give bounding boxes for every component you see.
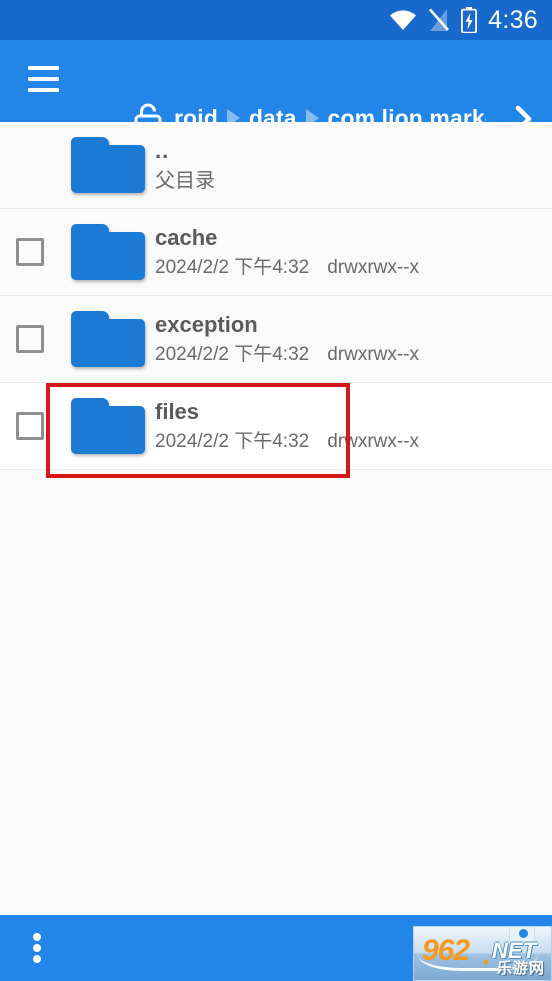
list-item-text: cache 2024/2/2 下午4:32 drwxrwx--x: [155, 225, 552, 278]
folder-glyph: [70, 398, 145, 454]
row-checkbox[interactable]: [16, 412, 44, 440]
folder-glyph: [70, 224, 145, 280]
list-item-text: .. 父目录: [155, 137, 552, 192]
watermark-chinese: 乐游网: [496, 960, 545, 977]
overflow-menu-icon[interactable]: [33, 933, 41, 963]
list-item[interactable]: .. 父目录: [0, 122, 552, 209]
status-bar-clock: 4:36: [488, 5, 538, 34]
file-date: 2024/2/2 下午4:32: [155, 431, 310, 452]
checkbox-cell: [0, 412, 60, 440]
battery-charging-icon: [461, 7, 478, 33]
hamburger-bar: [28, 66, 59, 70]
file-name: exception: [155, 312, 258, 337]
folder-icon: [60, 137, 155, 193]
overflow-dot: [33, 955, 41, 963]
watermark-logo: 962 . NET 乐游网: [413, 926, 552, 981]
file-subtitle: 父目录: [155, 169, 215, 192]
row-checkbox[interactable]: [16, 325, 44, 353]
row-checkbox[interactable]: [16, 238, 44, 266]
checkbox-cell: [0, 325, 60, 353]
file-meta: 2024/2/2 下午4:32 drwxrwx--x: [155, 345, 552, 364]
folder-glyph: [70, 311, 145, 367]
file-permissions: drwxrwx--x: [327, 344, 420, 365]
status-bar: 4:36: [0, 0, 552, 40]
list-item[interactable]: exception 2024/2/2 下午4:32 drwxrwx--x: [0, 296, 552, 383]
folder-body: [70, 232, 145, 280]
list-item-text: files 2024/2/2 下午4:32 drwxrwx--x: [155, 399, 552, 452]
hamburger-bar: [28, 88, 59, 92]
file-meta: 2024/2/2 下午4:32 drwxrwx--x: [155, 258, 552, 277]
overflow-dot: [33, 933, 41, 941]
folder-icon: [60, 311, 155, 367]
hamburger-menu-icon[interactable]: [28, 66, 59, 92]
folder-body: [70, 145, 145, 193]
file-name: ..: [155, 137, 170, 163]
list-item-text: exception 2024/2/2 下午4:32 drwxrwx--x: [155, 312, 552, 365]
file-permissions: drwxrwx--x: [327, 257, 420, 278]
file-list[interactable]: .. 父目录 cache 2024/2/2 下午4:32 drwxrwx--x: [0, 122, 552, 915]
overflow-dot: [33, 944, 41, 952]
file-date: 2024/2/2 下午4:32: [155, 344, 310, 365]
list-item[interactable]: cache 2024/2/2 下午4:32 drwxrwx--x: [0, 209, 552, 296]
file-meta: 2024/2/2 下午4:32 drwxrwx--x: [155, 432, 552, 451]
signal-off-icon: [428, 8, 450, 32]
folder-icon: [60, 224, 155, 280]
file-name: files: [155, 399, 200, 424]
checkbox-cell: [0, 238, 60, 266]
folder-body: [70, 319, 145, 367]
app-screen: 4:36 roid data com.lion.market: [0, 0, 552, 981]
app-bar: roid data com.lion.market: [0, 40, 552, 152]
folder-icon: [60, 398, 155, 454]
hamburger-bar: [28, 77, 59, 81]
file-permissions: drwxrwx--x: [327, 431, 420, 452]
folder-glyph: [70, 137, 145, 193]
folder-body: [70, 406, 145, 454]
wifi-icon: [389, 9, 417, 31]
bottom-bar: 962 . NET 乐游网: [0, 915, 552, 981]
file-name: cache: [155, 225, 218, 250]
list-item[interactable]: files 2024/2/2 下午4:32 drwxrwx--x: [0, 383, 552, 470]
file-date: 2024/2/2 下午4:32: [155, 257, 310, 278]
